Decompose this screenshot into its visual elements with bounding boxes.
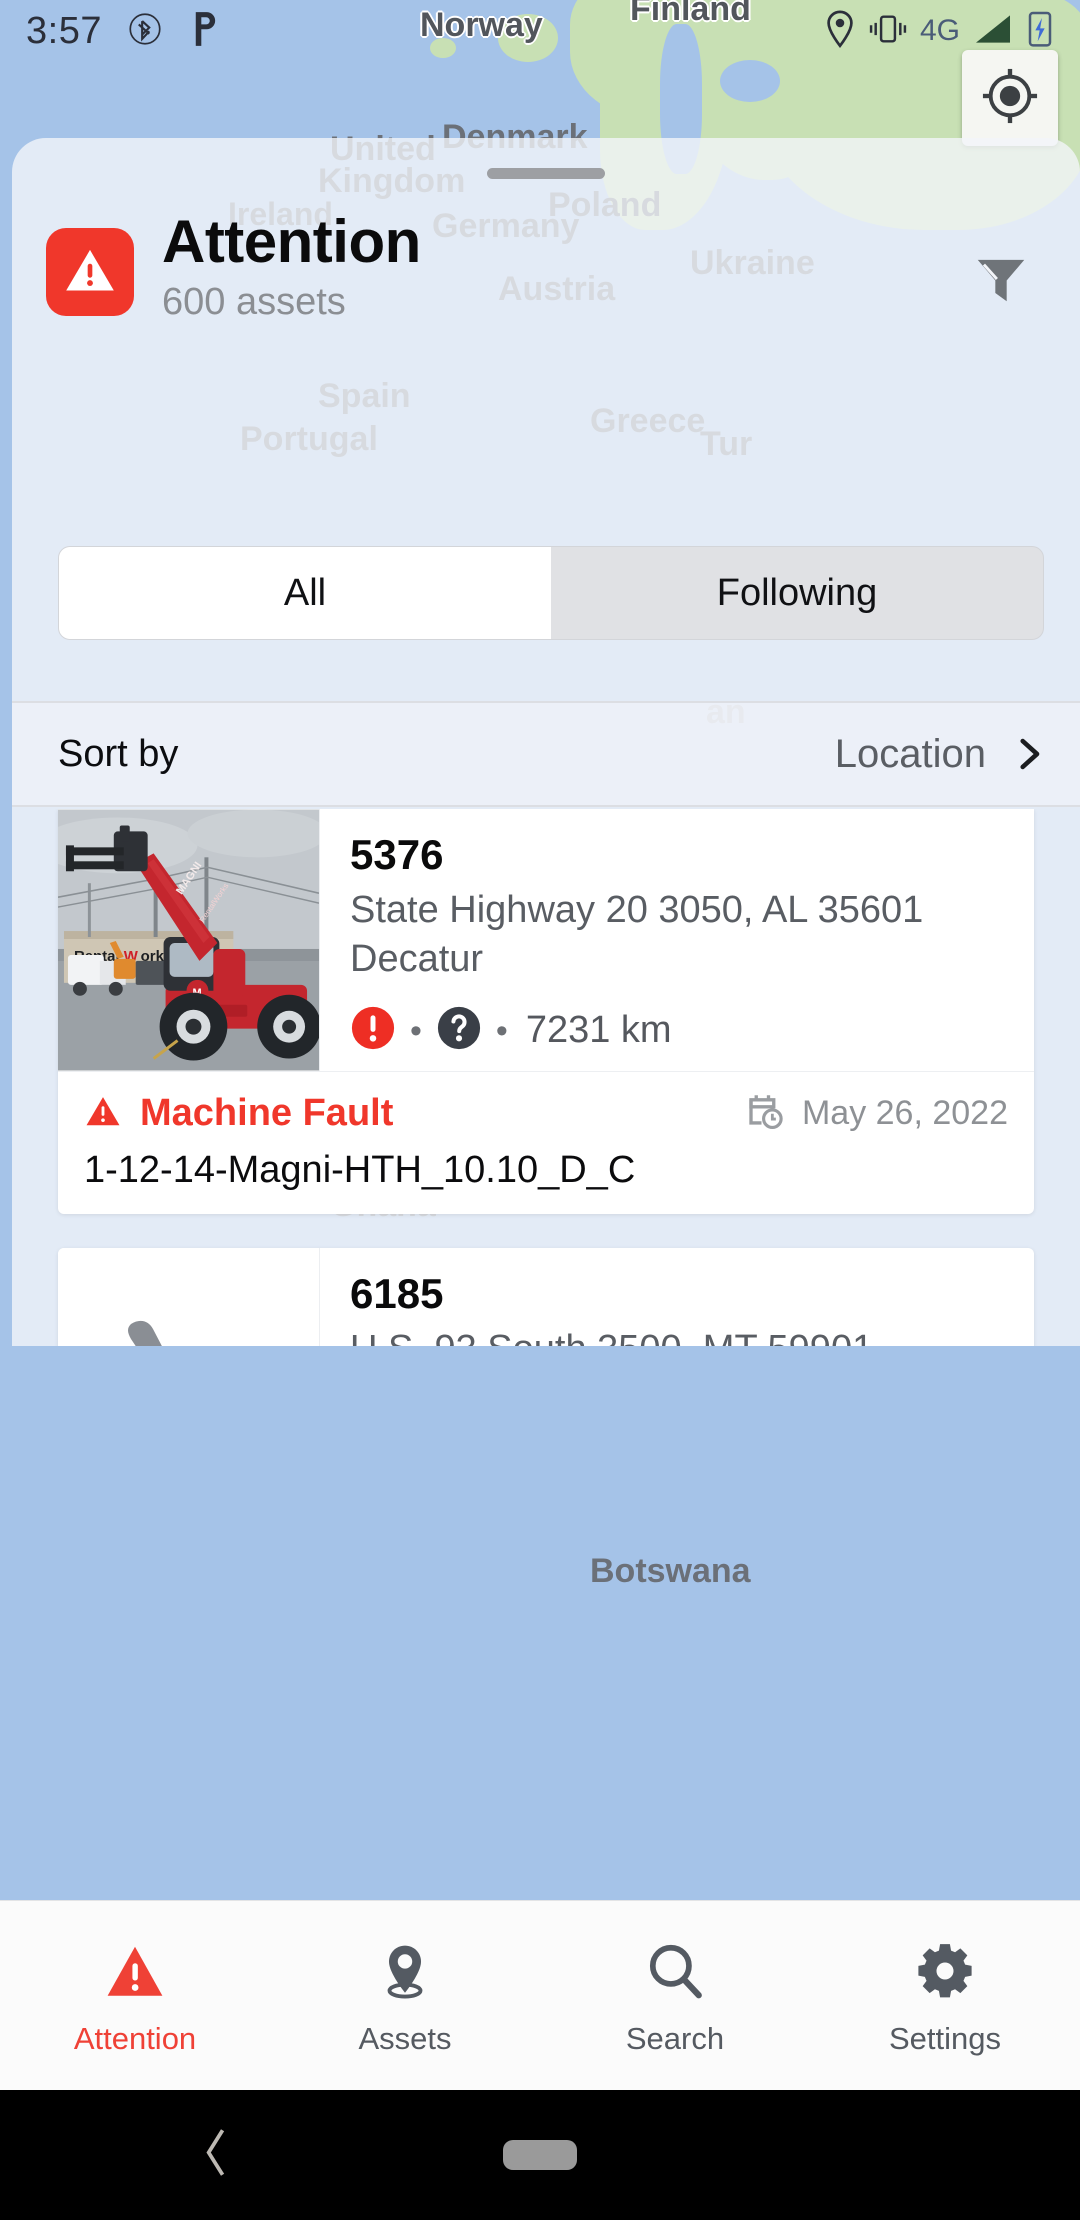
nav-item-assets[interactable]: Assets <box>270 1901 540 2090</box>
nav-label: Search <box>625 2021 725 2056</box>
vibrate-icon <box>868 12 908 51</box>
page-title: Attention <box>162 208 421 275</box>
back-chevron-icon[interactable] <box>200 2127 234 2184</box>
android-navigation-bar <box>0 2090 1080 2220</box>
asset-id: 5376 <box>350 831 444 878</box>
asset-card[interactable]: Rental W orks <box>58 809 1034 1214</box>
nav-item-settings[interactable]: Settings <box>810 1901 1080 2090</box>
home-pill-handle[interactable] <box>503 2140 577 2170</box>
asset-status-meta: • • 7231 km <box>350 1005 1008 1056</box>
filter-funnel-icon <box>970 248 1032 315</box>
asset-card[interactable]: 6185 U.S. 93 South 3500, MT 59901 Kalisp… <box>58 1248 1034 1346</box>
nav-label: Settings <box>888 2021 1001 2056</box>
nav-item-search[interactable]: Search <box>540 1901 810 2090</box>
bluetooth-icon <box>128 12 162 51</box>
attention-badge <box>46 228 134 316</box>
warning-triangle-icon <box>62 242 118 303</box>
asset-list[interactable]: Rental W orks <box>12 809 1080 1346</box>
my-location-button[interactable] <box>962 50 1058 146</box>
crosshair-target-icon <box>981 67 1039 130</box>
phone-screen: Norway Finland UnitedKingdomDenmarkIrela… <box>0 0 1080 2220</box>
sort-by-label: Sort by <box>58 732 179 775</box>
status-clock: 3:57 <box>26 9 102 52</box>
sort-by-row[interactable]: Sort by Location <box>12 701 1080 807</box>
warning-triangle-icon <box>84 1092 122 1135</box>
error-circle-icon <box>350 1005 396 1056</box>
map-label: Botswana <box>590 1552 751 1590</box>
battery-charging-icon <box>1026 9 1054 54</box>
meta-separator-dot: • <box>410 1011 422 1050</box>
tab-all[interactable]: All <box>59 547 551 639</box>
asset-placeholder-excavator-icon <box>58 1248 320 1346</box>
asset-id: 6185 <box>350 1270 444 1317</box>
status-bar: 3:57 4G <box>0 0 1080 62</box>
meta-separator-dot: • <box>495 1011 508 1050</box>
asset-fault-section: Machine Fault May 26, 2022 1-12-14-Magni… <box>58 1071 1034 1214</box>
tab-following[interactable]: Following <box>551 547 1043 639</box>
asset-address: U.S. 93 South 3500, MT 59901 Kalispell <box>350 1325 1008 1346</box>
network-4g-label: 4G <box>919 14 960 47</box>
chevron-right-icon <box>1008 733 1050 775</box>
nav-item-attention[interactable]: Attention <box>0 1901 270 2090</box>
warning-triangle-icon <box>104 1940 166 2007</box>
sort-by-value[interactable]: Location <box>835 732 986 777</box>
attention-bottom-sheet: Attention 600 assets All Following Sort … <box>12 138 1080 1346</box>
asset-distance: 7231 km <box>525 1009 672 1052</box>
location-pin-icon <box>824 10 856 53</box>
question-circle-icon <box>436 1005 482 1056</box>
map-pin-icon <box>374 1940 436 2007</box>
sheet-drag-handle[interactable] <box>487 168 605 179</box>
fault-date: May 26, 2022 <box>801 1094 1008 1132</box>
nav-label: Assets <box>358 2021 452 2056</box>
fault-description: 1-12-14-Magni-HTH_10.10_D_C <box>84 1149 636 1191</box>
asset-photo-telehandler: Rental W orks <box>58 809 320 1071</box>
signal-bars-icon <box>972 12 1014 51</box>
calendar-clock-icon <box>744 1090 786 1137</box>
fault-label: Machine Fault <box>140 1092 394 1134</box>
bottom-navigation-bar: Attention Assets Search Settings <box>0 1900 1080 2090</box>
nav-label: Attention <box>73 2021 197 2056</box>
asset-address: State Highway 20 3050, AL 35601 Decatur <box>350 889 924 980</box>
parking-p-icon <box>188 9 222 54</box>
asset-count-subtitle: 600 assets <box>162 280 346 323</box>
filter-button[interactable] <box>956 236 1046 326</box>
all-following-segmented-control[interactable]: All Following <box>58 546 1044 640</box>
gear-icon <box>914 1940 976 2007</box>
search-icon <box>644 1940 706 2007</box>
sheet-header: Attention 600 assets <box>12 206 1080 382</box>
